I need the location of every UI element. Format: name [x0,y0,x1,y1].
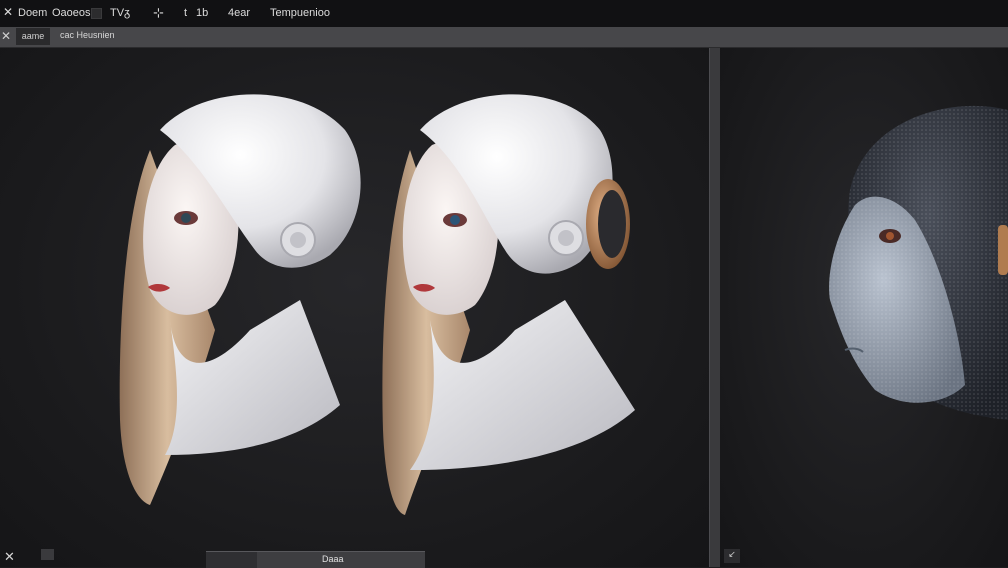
bottom-square-icon[interactable] [41,549,54,560]
model-head-c[interactable] [829,105,1008,420]
menu-item-doem[interactable]: Doem [18,7,47,19]
menu-item-1b[interactable]: 1b [196,7,208,19]
viewport-left[interactable] [0,48,709,567]
tab-active[interactable]: aame [16,28,50,45]
toolbar-close-icon[interactable]: ✕ [1,29,11,43]
menu-square-icon[interactable] [91,8,102,19]
viewport-right[interactable] [720,48,1008,567]
bottom-timeline-tab[interactable]: Daaa [206,551,425,568]
bottom-close-icon[interactable]: ✕ [4,549,15,565]
bottom-tab-label: Daaa [322,554,344,564]
viewport-tool-icon[interactable]: ↙ [724,549,740,563]
menu-move-icon[interactable]: ⊹ [153,5,164,21]
menu-item-tv[interactable]: TVᵹ [110,7,130,19]
model-head-b[interactable] [382,94,635,515]
app-close-icon[interactable]: ✕ [3,5,13,19]
viewport-right-scene [829,105,1008,420]
tab-label[interactable]: cac Heusnien [60,30,115,40]
menu-item-t[interactable]: t [184,7,187,19]
bottom-tab-segment[interactable] [206,552,257,568]
menu-item-oaoeos[interactable]: Oaoeos [52,7,91,19]
viewport-toolbar: ✕ aame cac Heusnien [0,27,1008,48]
viewport-left-scene [119,94,635,515]
menu-item-tempuenioo[interactable]: Tempuenioo [270,7,330,19]
menu-bar: ✕ Doem Oaoeos TVᵹ ⊹ t 1b 4ear Tempuenioo [0,0,1008,28]
menu-item-4ear[interactable]: 4ear [228,7,250,19]
model-head-a[interactable] [119,94,361,505]
